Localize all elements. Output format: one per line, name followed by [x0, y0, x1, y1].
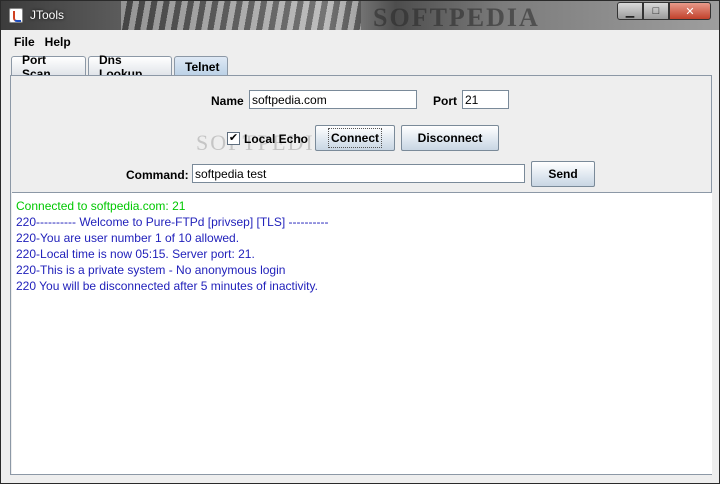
maximize-button[interactable]: □	[643, 2, 669, 20]
checkmark-icon: ✔	[228, 132, 239, 144]
telnet-panel: SOFTPEDIA Name softpedia.com Port 21 ✔ L…	[10, 75, 712, 475]
local-echo-checkbox[interactable]: ✔	[227, 132, 240, 145]
close-icon: ✕	[685, 5, 695, 18]
maximize-icon: □	[652, 5, 660, 17]
disconnect-button-label: Disconnect	[417, 131, 483, 145]
telnet-output[interactable]: Connected to softpedia.com: 21 220------…	[12, 192, 712, 474]
command-input[interactable]: softpedia test	[192, 164, 525, 183]
window-controls: ▁ □ ✕	[617, 2, 711, 20]
name-input[interactable]: softpedia.com	[249, 90, 417, 109]
output-line: 220-This is a private system - No anonym…	[16, 263, 286, 277]
title-bar[interactable]: SOFTPEDIA JTools ▁ □ ✕	[1, 1, 719, 32]
title-bar-background	[121, 1, 361, 30]
port-label: Port	[433, 94, 457, 108]
send-button-label: Send	[548, 167, 578, 181]
command-label: Command:	[126, 168, 189, 182]
output-line: Connected to softpedia.com: 21	[16, 199, 186, 213]
tab-port-scan[interactable]: Port Scan	[11, 53, 86, 81]
menu-file[interactable]: File	[9, 35, 40, 49]
output-line: 220-Local time is now 05:15. Server port…	[16, 247, 255, 261]
output-line: 220-You are user number 1 of 10 allowed.	[16, 231, 240, 245]
connect-button[interactable]: Connect	[315, 125, 395, 151]
java-app-icon[interactable]	[9, 8, 23, 23]
tab-strip: Port Scan Dns Lookup Telnet	[11, 53, 230, 81]
app-window: SOFTPEDIA JTools ▁ □ ✕ File Help Port Sc…	[0, 0, 720, 484]
name-label: Name	[211, 94, 244, 108]
output-line: 220---------- Welcome to Pure-FTPd [priv…	[16, 215, 329, 229]
title-watermark: SOFTPEDIA	[373, 3, 540, 32]
port-input[interactable]: 21	[462, 90, 509, 109]
disconnect-button[interactable]: Disconnect	[401, 125, 499, 151]
minimize-icon: ▁	[625, 5, 635, 18]
local-echo-label: Local Echo	[244, 132, 309, 146]
output-line: 220 You will be disconnected after 5 min…	[16, 279, 318, 293]
minimize-button[interactable]: ▁	[617, 2, 643, 20]
close-button[interactable]: ✕	[669, 2, 711, 20]
menu-help[interactable]: Help	[40, 35, 76, 49]
menu-bar: File Help	[9, 31, 711, 52]
tab-dns-lookup[interactable]: Dns Lookup	[88, 53, 172, 81]
connect-button-label: Connect	[328, 128, 382, 148]
send-button[interactable]: Send	[531, 161, 595, 187]
window-title: JTools	[30, 8, 65, 22]
tab-telnet[interactable]: Telnet	[174, 56, 228, 77]
